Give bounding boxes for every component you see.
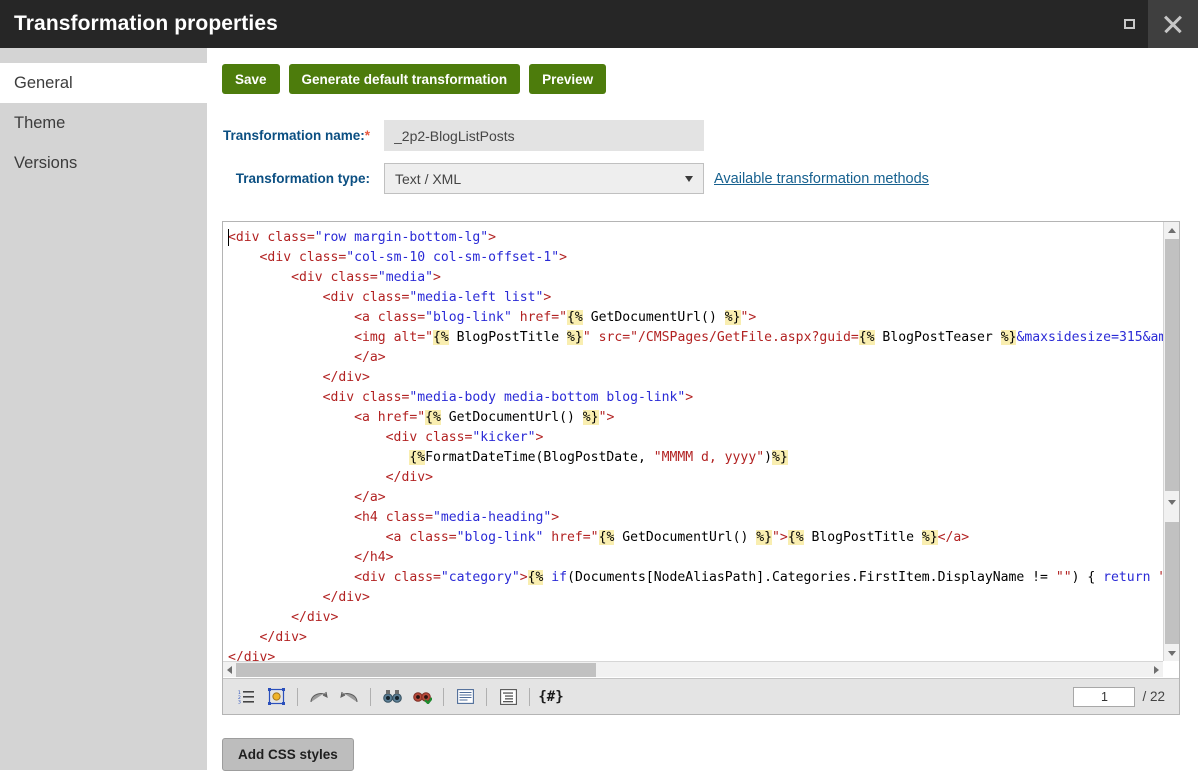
code-content: <div class="row margin-bottom-lg"> <div … [228, 230, 1163, 661]
page-total-label: / 22 [1142, 689, 1165, 704]
close-icon [1162, 13, 1184, 35]
chevron-up-icon [1168, 227, 1176, 233]
maximize-button[interactable] [1110, 0, 1148, 48]
code-text-area[interactable]: <div class="row margin-bottom-lg"> <div … [223, 222, 1163, 661]
chevron-left-icon[interactable] [227, 666, 232, 674]
form-row-transformation-name: Transformation name:* [207, 120, 1198, 151]
sidebar-item-versions[interactable]: Versions [0, 143, 207, 183]
scroll-bottom-button[interactable] [1164, 645, 1179, 661]
svg-text:3: 3 [238, 700, 241, 705]
chevron-down-icon [1168, 499, 1176, 505]
transformation-type-control: Text / XML Available transformation meth… [384, 163, 929, 194]
maximize-icon [1123, 19, 1135, 29]
required-asterisk: * [364, 128, 370, 143]
generate-default-transformation-button[interactable]: Generate default transformation [288, 64, 521, 94]
editor-vertical-scrollbar[interactable] [1163, 222, 1179, 661]
redo-icon[interactable] [334, 684, 364, 710]
toolbar-separator [297, 687, 298, 706]
properties-form: Transformation name:* Transformation typ… [207, 120, 1198, 206]
bookmark-icon[interactable] [261, 684, 291, 710]
toolbar-separator [370, 687, 371, 706]
transformation-type-value: Text / XML [395, 170, 462, 187]
add-css-styles-button[interactable]: Add CSS styles [222, 738, 354, 771]
available-transformation-methods-link[interactable]: Available transformation methods [714, 171, 929, 187]
preview-button[interactable]: Preview [529, 64, 607, 94]
window-titlebar: Transformation properties [0, 0, 1198, 48]
transformation-name-control [384, 120, 704, 151]
transformation-name-input[interactable] [384, 120, 704, 151]
main-content: Save Generate default transformation Pre… [207, 48, 1198, 771]
vertical-scrollbar-thumb-secondary[interactable] [1165, 522, 1179, 644]
find-icon[interactable] [377, 684, 407, 710]
form-row-transformation-type: Transformation type: Text / XML Availabl… [207, 163, 1198, 194]
sidebar-item-general[interactable]: General [0, 63, 207, 103]
line-numbers-icon[interactable]: 1 2 3 [231, 684, 261, 710]
find-replace-icon[interactable] [407, 684, 437, 710]
chevron-down-icon [685, 175, 693, 182]
macro-braces-icon[interactable]: {#} [536, 684, 566, 710]
toolbar-separator [443, 687, 444, 706]
editor-horizontal-scrollbar[interactable] [223, 661, 1163, 677]
horizontal-scrollbar-thumb[interactable] [236, 663, 596, 677]
scroll-up-button[interactable] [1164, 222, 1179, 238]
save-button[interactable]: Save [222, 64, 280, 94]
chevron-right-icon[interactable] [1154, 666, 1159, 674]
action-button-row: Save Generate default transformation Pre… [222, 64, 607, 94]
sidebar-item-label: General [14, 73, 73, 92]
code-editor: <div class="row margin-bottom-lg"> <div … [222, 221, 1180, 715]
scroll-down-button[interactable] [1164, 494, 1179, 510]
close-button[interactable] [1148, 0, 1198, 48]
format-code-icon[interactable] [493, 684, 523, 710]
transformation-type-select[interactable]: Text / XML [384, 163, 704, 194]
transformation-name-label-text: Transformation name: [222, 128, 365, 143]
sidebar-item-label: Theme [14, 113, 66, 132]
page-number-input[interactable] [1073, 686, 1136, 707]
vertical-scrollbar-thumb[interactable] [1165, 239, 1179, 491]
editor-toolbar: 1 2 3 {#} 1 / 22 [223, 678, 1179, 714]
text-cursor [228, 229, 229, 246]
toolbar-separator [486, 687, 487, 706]
sidebar-item-label: Versions [14, 153, 78, 172]
transformation-name-label: Transformation name:* [207, 120, 370, 144]
sidebar-item-theme[interactable]: Theme [0, 103, 207, 143]
sidebar: General Theme Versions [0, 48, 207, 770]
chevron-down-icon [1168, 650, 1176, 656]
toolbar-separator [529, 687, 530, 706]
undo-icon[interactable] [304, 684, 334, 710]
word-wrap-icon[interactable] [450, 684, 480, 710]
page-title: Transformation properties [14, 12, 278, 35]
transformation-type-label: Transformation type: [235, 171, 370, 186]
